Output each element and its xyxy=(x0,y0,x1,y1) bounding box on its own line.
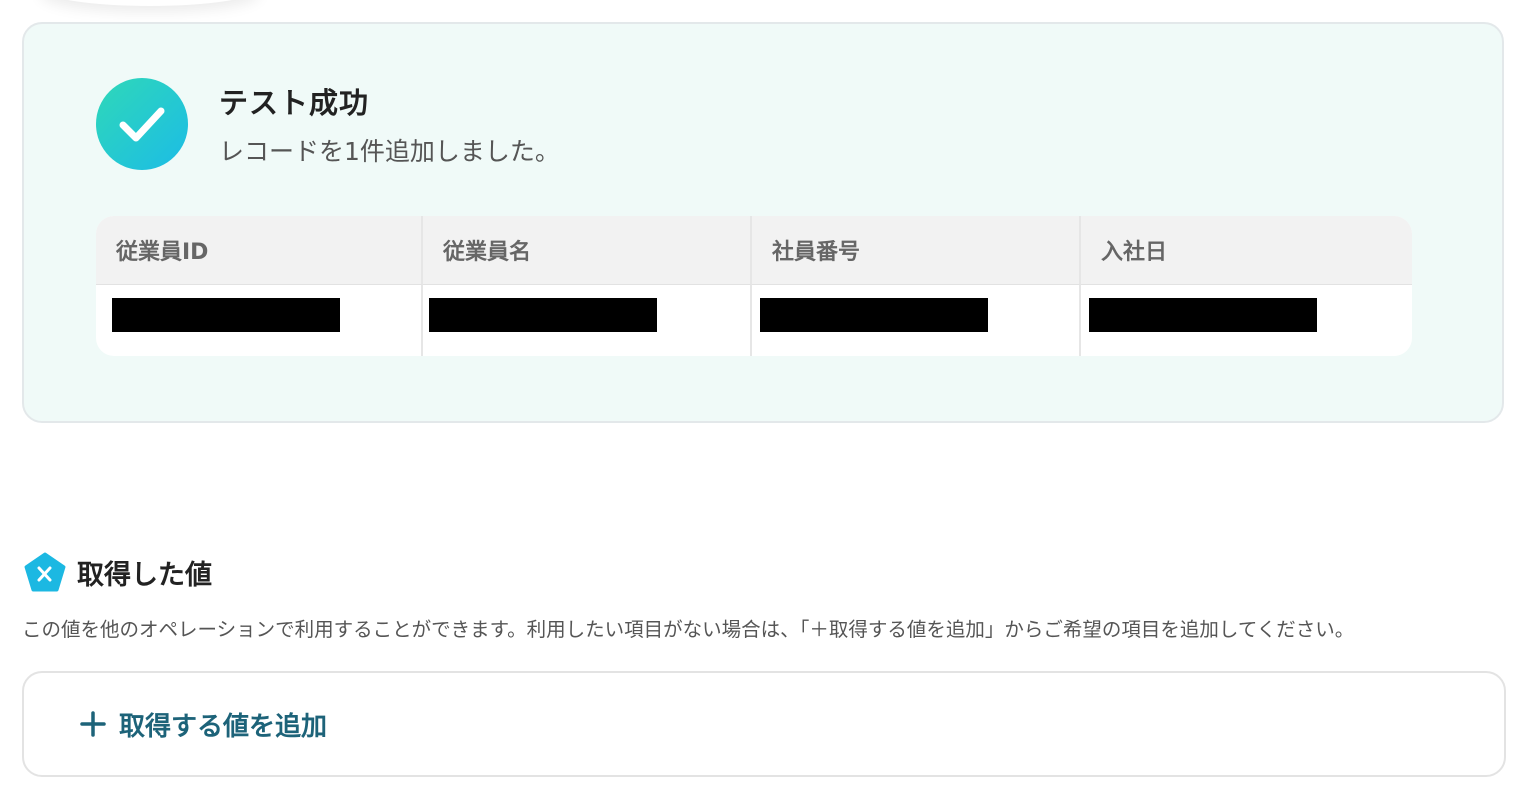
section-title: 取得した値 xyxy=(77,560,212,591)
record-table: 従業員ID 従業員名 社員番号 入社日 xyxy=(96,216,1412,356)
section-description: この値を他のオペレーションで利用することができます。利用したい項目がない場合は、… xyxy=(22,618,1355,641)
table-cell-employee-number xyxy=(752,285,1081,356)
redacted-value xyxy=(429,298,657,332)
variable-x-icon xyxy=(24,552,66,592)
table-cell-hire-date xyxy=(1081,285,1412,356)
check-icon xyxy=(96,78,188,170)
table-header-employee-number: 社員番号 xyxy=(752,216,1081,285)
table-cell-employee-id xyxy=(96,285,423,356)
test-success-card: テスト成功 レコードを1件追加しました。 従業員ID 従業員名 社員番号 入社日 xyxy=(22,22,1504,423)
redacted-value xyxy=(760,298,988,332)
plus-icon xyxy=(80,711,106,737)
success-title: テスト成功 xyxy=(219,86,370,120)
add-value-button[interactable]: 取得する値を追加 xyxy=(22,671,1506,777)
table-cell-employee-name xyxy=(423,285,752,356)
table-header-employee-id: 従業員ID xyxy=(96,216,423,285)
add-value-label: 取得する値を追加 xyxy=(119,712,328,742)
table-header-hire-date: 入社日 xyxy=(1081,216,1412,285)
previous-panel-edge xyxy=(40,0,260,6)
success-message: レコードを1件追加しました。 xyxy=(219,137,560,166)
table-header-employee-name: 従業員名 xyxy=(423,216,752,285)
redacted-value xyxy=(1089,298,1317,332)
redacted-value xyxy=(112,298,340,332)
